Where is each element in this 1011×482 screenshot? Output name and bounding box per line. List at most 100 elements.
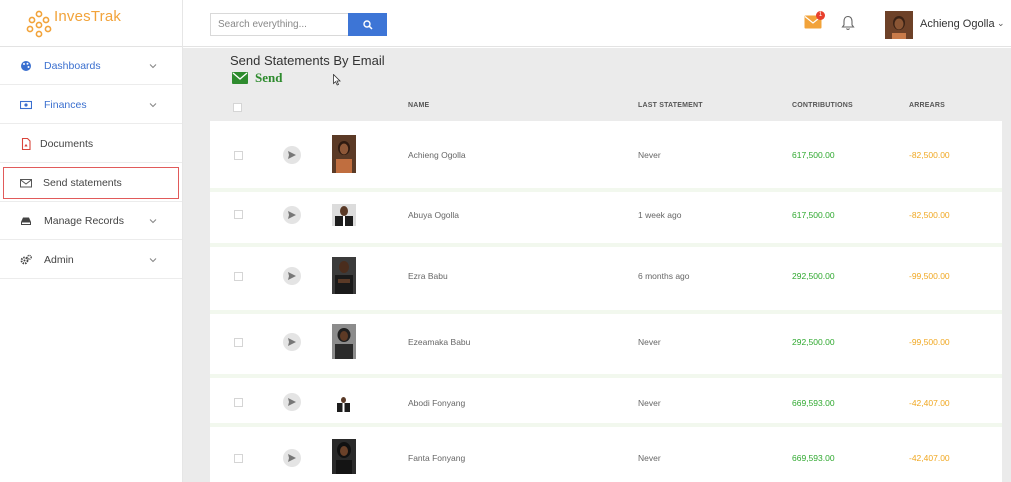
row-checkbox[interactable] bbox=[234, 454, 243, 463]
cogs-icon bbox=[20, 254, 32, 264]
sidebar-item-label: Dashboards bbox=[44, 59, 101, 72]
bell-icon[interactable] bbox=[841, 15, 855, 31]
row-checkbox[interactable] bbox=[234, 210, 243, 219]
row-checkbox[interactable] bbox=[234, 338, 243, 347]
contributions: 669,593.00 bbox=[792, 398, 835, 408]
sidebar: Dashboards Finances Documents Send state… bbox=[0, 47, 183, 482]
sidebar-item-documents[interactable]: Documents bbox=[0, 125, 182, 163]
sidebar-item-finances[interactable]: Finances bbox=[0, 86, 182, 124]
search-button[interactable] bbox=[348, 13, 387, 36]
send-button[interactable]: Send bbox=[232, 70, 282, 86]
arrears: -82,500.00 bbox=[909, 210, 950, 220]
drive-icon bbox=[21, 217, 31, 225]
mouse-cursor-icon bbox=[333, 74, 341, 86]
member-name[interactable]: Achieng Ogolla bbox=[408, 150, 466, 160]
member-name[interactable]: Abodi Fonyang bbox=[408, 398, 465, 408]
user-avatar[interactable] bbox=[885, 11, 913, 39]
send-statement-button[interactable] bbox=[283, 146, 301, 164]
chevron-down-icon[interactable]: ⌄ bbox=[997, 18, 1005, 29]
last-statement: Never bbox=[638, 150, 661, 160]
user-name[interactable]: Achieng Ogolla bbox=[920, 18, 995, 30]
sidebar-item-dashboards[interactable]: Dashboards bbox=[0, 47, 182, 85]
member-name[interactable]: Abuya Ogolla bbox=[408, 210, 459, 220]
send-statement-button[interactable] bbox=[283, 206, 301, 224]
envelope-icon bbox=[20, 178, 32, 187]
search-icon bbox=[362, 19, 373, 30]
contributions: 292,500.00 bbox=[792, 271, 835, 281]
table-row[interactable]: Abuya Ogolla 1 week ago 617,500.00 -82,5… bbox=[210, 192, 1002, 243]
main-content: Send Statements By Email Send NAME LAST … bbox=[183, 48, 1011, 482]
table-row[interactable]: Fanta Fonyang Never 669,593.00 -42,407.0… bbox=[210, 427, 1002, 482]
arrears: -42,407.00 bbox=[909, 453, 950, 463]
member-photo bbox=[332, 257, 356, 294]
sidebar-item-label: Finances bbox=[44, 98, 87, 111]
logo-area[interactable]: InvesTrak bbox=[0, 0, 183, 47]
palette-icon bbox=[21, 60, 31, 71]
member-name[interactable]: Fanta Fonyang bbox=[408, 453, 465, 463]
column-header-name[interactable]: NAME bbox=[408, 102, 429, 109]
send-statement-button[interactable] bbox=[283, 267, 301, 285]
member-photo bbox=[332, 324, 356, 359]
sidebar-item-send-statements[interactable]: Send statements bbox=[0, 164, 182, 202]
paper-plane-icon bbox=[288, 454, 296, 462]
chevron-down-icon bbox=[149, 218, 157, 223]
paper-plane-icon bbox=[288, 398, 296, 406]
send-statement-button[interactable] bbox=[283, 449, 301, 467]
paper-plane-icon bbox=[288, 272, 296, 280]
arrears: -82,500.00 bbox=[909, 150, 950, 160]
arrears: -99,500.00 bbox=[909, 337, 950, 347]
contributions: 669,593.00 bbox=[792, 453, 835, 463]
member-photo bbox=[332, 204, 356, 226]
send-statement-button[interactable] bbox=[283, 333, 301, 351]
money-icon bbox=[20, 100, 32, 109]
arrears: -42,407.00 bbox=[909, 398, 950, 408]
row-checkbox[interactable] bbox=[234, 398, 243, 407]
pdf-icon bbox=[21, 137, 31, 150]
chevron-down-icon bbox=[149, 102, 157, 107]
table-header: NAME LAST STATEMENT CONTRIBUTIONS ARREAR… bbox=[210, 96, 1002, 119]
search-bar bbox=[210, 13, 387, 36]
search-input[interactable] bbox=[210, 13, 350, 36]
member-photo bbox=[332, 135, 356, 173]
envelope-icon bbox=[232, 72, 248, 84]
row-checkbox[interactable] bbox=[234, 272, 243, 281]
paper-plane-icon bbox=[288, 338, 296, 346]
arrears: -99,500.00 bbox=[909, 271, 950, 281]
column-header-last-statement[interactable]: LAST STATEMENT bbox=[638, 102, 703, 109]
sidebar-item-manage-records[interactable]: Manage Records bbox=[0, 202, 182, 240]
app-name: InvesTrak bbox=[54, 8, 122, 25]
last-statement: 6 months ago bbox=[638, 271, 690, 281]
member-photo bbox=[334, 396, 353, 412]
table-row[interactable]: Abodi Fonyang Never 669,593.00 -42,407.0… bbox=[210, 378, 1002, 423]
member-name[interactable]: Ezeamaka Babu bbox=[408, 337, 470, 347]
avatar-photo bbox=[885, 11, 913, 39]
last-statement: Never bbox=[638, 453, 661, 463]
member-photo bbox=[332, 439, 356, 474]
sidebar-item-admin[interactable]: Admin bbox=[0, 241, 182, 279]
sidebar-item-label: Documents bbox=[40, 137, 94, 150]
contributions: 292,500.00 bbox=[792, 337, 835, 347]
last-statement: Never bbox=[638, 398, 661, 408]
mail-badge: 1 bbox=[816, 11, 825, 20]
member-name[interactable]: Ezra Babu bbox=[408, 271, 448, 281]
sidebar-item-label: Admin bbox=[44, 253, 74, 266]
send-button-label: Send bbox=[255, 70, 283, 85]
table-row[interactable]: Ezeamaka Babu Never 292,500.00 -99,500.0… bbox=[210, 314, 1002, 374]
last-statement: 1 week ago bbox=[638, 210, 682, 220]
table-row[interactable]: Ezra Babu 6 months ago 292,500.00 -99,50… bbox=[210, 247, 1002, 310]
row-checkbox[interactable] bbox=[234, 151, 243, 160]
logo-icon bbox=[26, 10, 52, 38]
sidebar-item-label: Manage Records bbox=[44, 214, 124, 227]
page-title: Send Statements By Email bbox=[230, 53, 385, 68]
paper-plane-icon bbox=[288, 151, 296, 159]
column-header-arrears[interactable]: ARREARS bbox=[909, 102, 945, 109]
send-statement-button[interactable] bbox=[283, 393, 301, 411]
column-header-contributions[interactable]: CONTRIBUTIONS bbox=[792, 102, 853, 109]
sidebar-item-label: Send statements bbox=[43, 176, 122, 189]
chevron-down-icon bbox=[149, 257, 157, 262]
select-all-checkbox[interactable] bbox=[233, 103, 242, 112]
top-bar: InvesTrak 1 Achieng Ogolla ⌄ bbox=[0, 0, 1011, 47]
table-row[interactable]: Achieng Ogolla Never 617,500.00 -82,500.… bbox=[210, 121, 1002, 188]
contributions: 617,500.00 bbox=[792, 210, 835, 220]
last-statement: Never bbox=[638, 337, 661, 347]
